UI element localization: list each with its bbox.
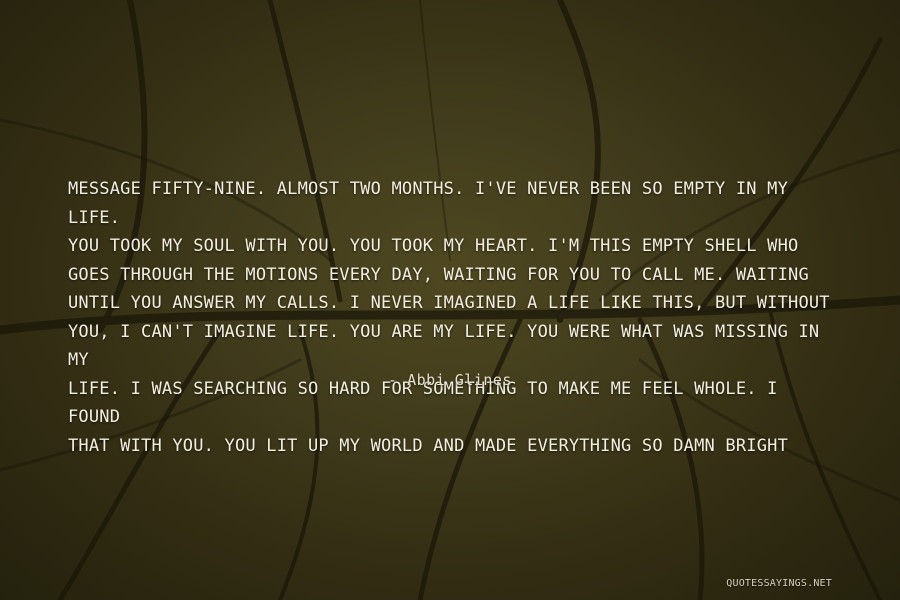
quote-author: - Abbi Glines	[388, 371, 512, 389]
site-watermark: QUOTESSAYINGS.NET	[726, 578, 832, 589]
quote-text: Message fifty-nine. Almost two months. I…	[68, 179, 830, 456]
quote-image: Message fifty-nine. Almost two months. I…	[0, 0, 900, 600]
